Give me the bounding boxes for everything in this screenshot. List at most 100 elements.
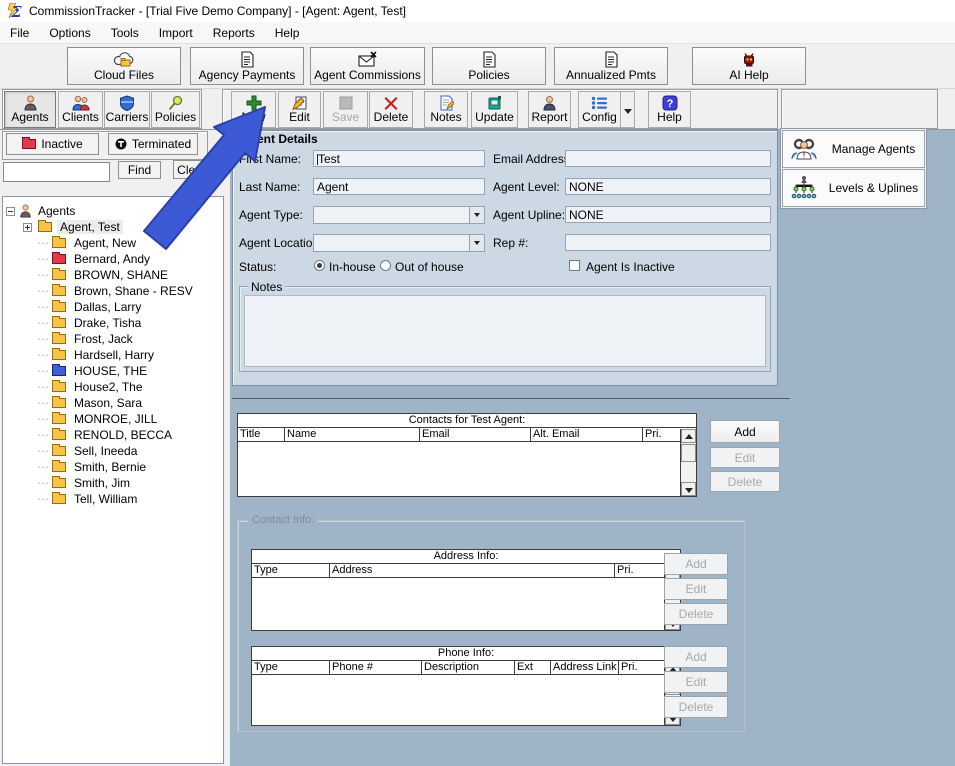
tree-item[interactable]: ⋯MONROE, JILL: [3, 411, 223, 427]
report-button[interactable]: Report: [528, 91, 571, 128]
tree-item[interactable]: ⋯Sell, Ineeda: [3, 443, 223, 459]
chevron-down-icon[interactable]: [469, 207, 484, 223]
shield-icon: [119, 95, 135, 111]
tree-item[interactable]: ⋯House2, The: [3, 379, 223, 395]
agent-type-dropdown[interactable]: [313, 206, 485, 224]
tree-root[interactable]: Agents: [3, 203, 223, 219]
ai-help-button[interactable]: AI Help: [692, 47, 806, 85]
inactive-filter-label: Inactive: [41, 137, 82, 151]
phone-info-table[interactable]: Phone Info: Type Phone # Description Ext…: [251, 646, 681, 726]
address-delete-button[interactable]: Delete: [664, 603, 728, 625]
scroll-thumb[interactable]: [681, 444, 696, 462]
email-field[interactable]: [565, 150, 771, 167]
tree-item[interactable]: ⋯Hardsell, Harry: [3, 347, 223, 363]
carriers-tab-button[interactable]: Carriers: [104, 91, 150, 128]
agency-payments-button[interactable]: Agency Payments: [190, 47, 304, 85]
page-pencil-icon: [292, 95, 308, 111]
tree-item[interactable]: ⋯Brown, Shane - RESV: [3, 283, 223, 299]
tree-item[interactable]: Agent, Test: [3, 219, 223, 235]
scroll-up-icon[interactable]: [681, 429, 696, 443]
address-info-table[interactable]: Address Info: Type Address Pri.: [251, 549, 681, 631]
tree-item[interactable]: ⋯Smith, Jim: [3, 475, 223, 491]
agent-location-label: Agent Location: [239, 236, 319, 250]
tree-root-label: Agents: [35, 204, 78, 218]
agent-location-dropdown[interactable]: [313, 234, 485, 252]
address-edit-button[interactable]: Edit: [664, 578, 728, 600]
first-name-label: First Name:: [239, 152, 301, 166]
agent-level-field: NONE: [565, 178, 771, 195]
new-button[interactable]: New: [231, 91, 276, 128]
search-input[interactable]: [3, 162, 110, 182]
save-button[interactable]: Save: [323, 91, 368, 128]
agent-details-panel: Agent Details First Name: Test Email Add…: [232, 130, 778, 386]
agent-details-title: Agent Details: [241, 132, 318, 146]
delete-button[interactable]: Delete: [369, 91, 413, 128]
menu-tools[interactable]: Tools: [101, 23, 149, 43]
update-button[interactable]: Update: [471, 91, 518, 128]
rep-number-field[interactable]: [565, 234, 771, 251]
menu-help[interactable]: Help: [265, 23, 310, 43]
chevron-down-icon[interactable]: [469, 235, 484, 251]
menu-import[interactable]: Import: [149, 23, 203, 43]
phone-edit-button[interactable]: Edit: [664, 671, 728, 693]
config-button[interactable]: Config: [578, 91, 621, 128]
clear-button[interactable]: Clear: [173, 160, 210, 179]
collapse-icon[interactable]: [6, 207, 15, 216]
menu-file[interactable]: File: [0, 23, 39, 43]
folder-icon: [38, 222, 52, 232]
in-house-radio[interactable]: [314, 260, 325, 271]
agents-tree[interactable]: Agents Agent, Test ⋯Agent, New ⋯Bernard,…: [2, 196, 224, 764]
tree-item[interactable]: ⋯Drake, Tisha: [3, 315, 223, 331]
policies-button[interactable]: Policies: [432, 47, 546, 85]
phone-delete-button[interactable]: Delete: [664, 696, 728, 718]
notes-button[interactable]: Notes: [424, 91, 468, 128]
config-dropdown-button[interactable]: [621, 91, 635, 128]
contacts-scrollbar[interactable]: [680, 429, 696, 496]
menu-reports[interactable]: Reports: [203, 23, 265, 43]
manage-agents-button[interactable]: Manage Agents: [782, 130, 925, 168]
tree-item[interactable]: ⋯Dallas, Larry: [3, 299, 223, 315]
agents-tab-button[interactable]: Agents: [4, 91, 56, 128]
address-add-button[interactable]: Add: [664, 553, 728, 575]
agent-commissions-button[interactable]: Agent Commissions: [310, 47, 425, 85]
contact-edit-button[interactable]: Edit: [710, 447, 780, 468]
tree-item[interactable]: ⋯Agent, New: [3, 235, 223, 251]
contacts-table[interactable]: Contacts for Test Agent: Title Name Emai…: [237, 413, 697, 497]
tree-item[interactable]: ⋯Smith, Bernie: [3, 459, 223, 475]
menu-options[interactable]: Options: [39, 23, 100, 43]
phone-add-button[interactable]: Add: [664, 646, 728, 668]
document-icon: [240, 51, 254, 68]
terminated-filter-button[interactable]: Terminated: [108, 133, 198, 155]
tree-item[interactable]: ⋯HOUSE, THE: [3, 363, 223, 379]
scroll-down-icon[interactable]: [681, 482, 696, 496]
levels-uplines-button[interactable]: Levels & Uplines: [782, 169, 925, 207]
main-content: Agent Details First Name: Test Email Add…: [230, 130, 955, 766]
agent-upline-field: NONE: [565, 206, 771, 223]
tree-item[interactable]: ⋯RENOLD, BECCA: [3, 427, 223, 443]
contact-delete-button[interactable]: Delete: [710, 471, 780, 492]
folder-icon: [52, 286, 66, 296]
agent-inactive-checkbox[interactable]: [569, 260, 580, 271]
last-name-label: Last Name:: [239, 180, 300, 194]
cloud-files-button[interactable]: Cloud Files: [67, 47, 181, 85]
help-button[interactable]: ? Help: [648, 91, 691, 128]
out-of-house-radio[interactable]: [380, 260, 391, 271]
tree-item[interactable]: ⋯Mason, Sara: [3, 395, 223, 411]
last-name-field[interactable]: Agent: [313, 178, 485, 195]
expand-icon[interactable]: [23, 223, 32, 232]
annualized-pmts-button[interactable]: Annualized Pmts: [554, 47, 668, 85]
notes-textarea[interactable]: [244, 295, 766, 367]
tree-item[interactable]: ⋯Frost, Jack: [3, 331, 223, 347]
tree-item[interactable]: ⋯Tell, William: [3, 491, 223, 507]
clients-tab-button[interactable]: Clients: [58, 91, 103, 128]
tree-item[interactable]: ⋯Bernard, Andy: [3, 251, 223, 267]
folder-icon: [52, 318, 66, 328]
inactive-filter-button[interactable]: Inactive: [6, 133, 99, 155]
policies-tab-button[interactable]: Policies: [151, 91, 200, 128]
first-name-field[interactable]: Test: [313, 150, 485, 167]
contact-add-button[interactable]: Add: [710, 420, 780, 443]
tree-item[interactable]: ⋯BROWN, SHANE: [3, 267, 223, 283]
find-button[interactable]: Find: [118, 161, 161, 179]
edit-button[interactable]: Edit: [278, 91, 321, 128]
folder-icon: [52, 398, 66, 408]
